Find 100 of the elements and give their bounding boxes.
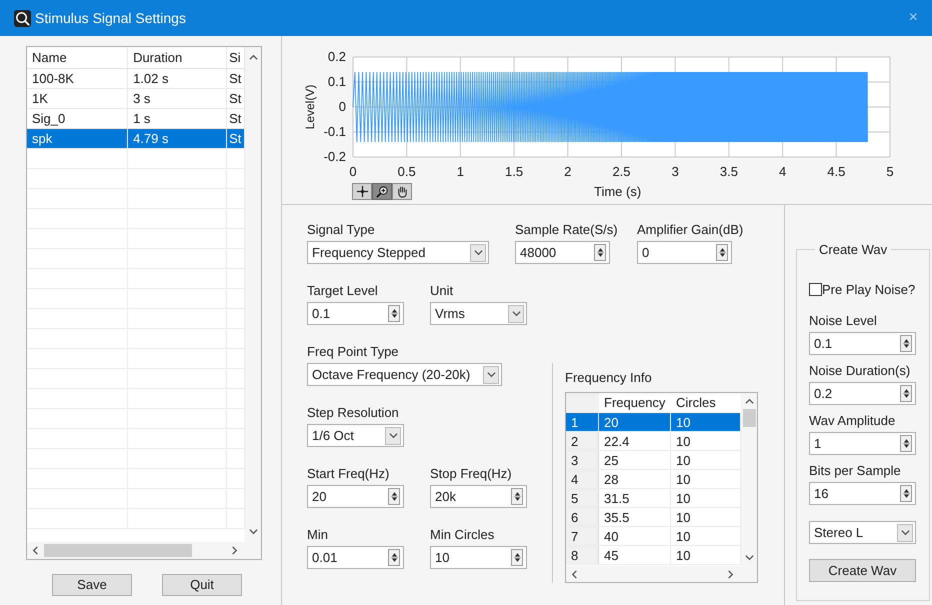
hand-icon	[396, 185, 408, 198]
field-label: Noise Level	[809, 313, 878, 329]
dialog-button[interactable]: Quit	[162, 574, 242, 596]
number-field[interactable]: 0.1	[307, 302, 404, 325]
spin-button[interactable]	[388, 488, 400, 505]
axis-tick-label: 2.5	[612, 164, 631, 179]
number-field[interactable]: 20	[307, 485, 404, 508]
axis-tick-label: 2	[564, 164, 572, 179]
table-row[interactable]: 7 40 10	[566, 526, 741, 546]
table-cell: 4.79 s	[128, 129, 228, 148]
table-row[interactable]: 6 35.5 10	[566, 508, 741, 526]
zoom-tool-button[interactable]	[372, 183, 392, 200]
spin-button[interactable]	[511, 488, 523, 505]
axis-tick-label: 0.1	[328, 74, 346, 89]
axis-tick-label: -0.1	[324, 124, 346, 139]
row-index: 1	[566, 412, 599, 430]
checkbox[interactable]	[809, 282, 822, 296]
axis-tick-label: 3.5	[720, 164, 738, 179]
number-field[interactable]: 0.1	[809, 332, 916, 355]
vertical-scrollbar[interactable]	[741, 392, 757, 566]
chevron-up-icon	[744, 396, 754, 406]
dropdown[interactable]: Frequency Stepped	[307, 241, 489, 264]
horizontal-scrollbar[interactable]	[27, 542, 261, 559]
axis-tick-label: 1.5	[505, 164, 524, 179]
chevron-down-icon	[512, 309, 520, 318]
group-title: Create Wav	[818, 241, 888, 259]
number-field[interactable]: 48000	[515, 241, 610, 264]
table-row[interactable]: 100-8K 1.02 s St	[27, 69, 245, 89]
table-cell: 20	[599, 412, 671, 430]
field-label: Unit	[430, 283, 454, 299]
number-field[interactable]: 20k	[430, 485, 527, 508]
dropdown[interactable]: Vrms	[430, 302, 527, 325]
up-down-arrows-icon	[902, 338, 910, 349]
column-header[interactable]: Frequency	[599, 392, 671, 412]
table-cell: 1.02 s	[128, 69, 228, 88]
number-field[interactable]: 0.01	[307, 546, 404, 569]
table-row[interactable]: 3 25 10	[566, 450, 741, 470]
dialog-button[interactable]: Save	[52, 574, 132, 596]
spin-button[interactable]	[594, 244, 606, 261]
table-row[interactable]: 1 20 10	[566, 412, 741, 432]
dropdown[interactable]: 1/6 Oct	[307, 424, 404, 447]
up-down-arrows-icon	[514, 552, 520, 563]
field-label: Stop Freq(Hz)	[430, 466, 513, 482]
table-row[interactable]: 8 45 10	[566, 546, 741, 564]
column-header[interactable]: Name	[27, 47, 128, 68]
header-corner	[566, 392, 599, 412]
spin-button[interactable]	[388, 305, 400, 322]
up-down-arrows-icon	[596, 247, 604, 258]
horizontal-scrollbar[interactable]	[566, 566, 757, 582]
up-down-arrows-icon	[390, 491, 398, 502]
scrollbar-thumb[interactable]	[742, 408, 756, 426]
up-down-arrows-icon	[718, 247, 726, 258]
number-field[interactable]: 0	[637, 241, 732, 264]
field-label: Noise Duration(s)	[809, 363, 912, 379]
section-title: Frequency Info	[565, 369, 653, 387]
spin-button[interactable]	[900, 335, 912, 352]
table-row[interactable]: 5 31.5 10	[566, 488, 741, 508]
up-down-arrows-icon	[390, 552, 398, 563]
table-cell: 35.5	[599, 508, 671, 526]
spin-button[interactable]	[511, 549, 523, 566]
chevron-down-icon	[248, 527, 258, 536]
row-index: 6	[566, 508, 599, 526]
spin-button[interactable]	[900, 485, 912, 502]
spin-button[interactable]	[716, 244, 728, 261]
spin-button[interactable]	[388, 549, 400, 566]
spin-button[interactable]	[900, 385, 912, 402]
table-cell: Sig_0	[27, 109, 128, 128]
field-label: Signal Type	[307, 222, 376, 238]
axis-title: Level(V)	[303, 84, 317, 130]
up-down-arrows-icon	[390, 308, 398, 319]
scrollbar-thumb[interactable]	[44, 544, 192, 557]
row-index: 5	[566, 488, 599, 506]
cursor-tool-button[interactable]	[352, 183, 372, 200]
number-field[interactable]: 0.2	[809, 382, 916, 405]
table-cell: spk	[27, 129, 128, 148]
axis-tick-label: 1	[456, 164, 464, 179]
vertical-scrollbar[interactable]	[245, 47, 261, 542]
dropdown[interactable]: Octave Frequency (20-20k)	[307, 363, 502, 386]
table-cell: 25	[599, 450, 671, 468]
spin-button[interactable]	[900, 435, 912, 452]
column-header[interactable]: Duration	[128, 47, 228, 68]
table-row[interactable]: 4 28 10	[566, 470, 741, 488]
field-label: Wav Amplitude	[809, 413, 896, 429]
table-row[interactable]: 2 22.4 10	[566, 432, 741, 450]
dropdown[interactable]: Stereo L	[809, 521, 916, 544]
number-field[interactable]: 16	[809, 482, 916, 505]
field-label: Start Freq(Hz)	[307, 466, 390, 482]
column-header[interactable]: Circles	[671, 392, 741, 412]
number-field[interactable]: 10	[430, 546, 527, 569]
axis-tick-label: 4	[778, 164, 786, 179]
chevron-right-icon	[726, 570, 735, 578]
create-wav-button[interactable]: Create Wav	[809, 559, 916, 582]
number-field[interactable]: 1	[809, 432, 916, 455]
pan-tool-button[interactable]	[392, 183, 412, 200]
table-row[interactable]: spk 4.79 s St	[27, 129, 245, 149]
table-row[interactable]: 1K 3 s St	[27, 89, 245, 109]
field-label: Bits per Sample	[809, 463, 902, 479]
chevron-down-icon	[388, 431, 398, 440]
chevron-left-icon	[31, 546, 40, 555]
table-cell: 40	[599, 526, 671, 544]
